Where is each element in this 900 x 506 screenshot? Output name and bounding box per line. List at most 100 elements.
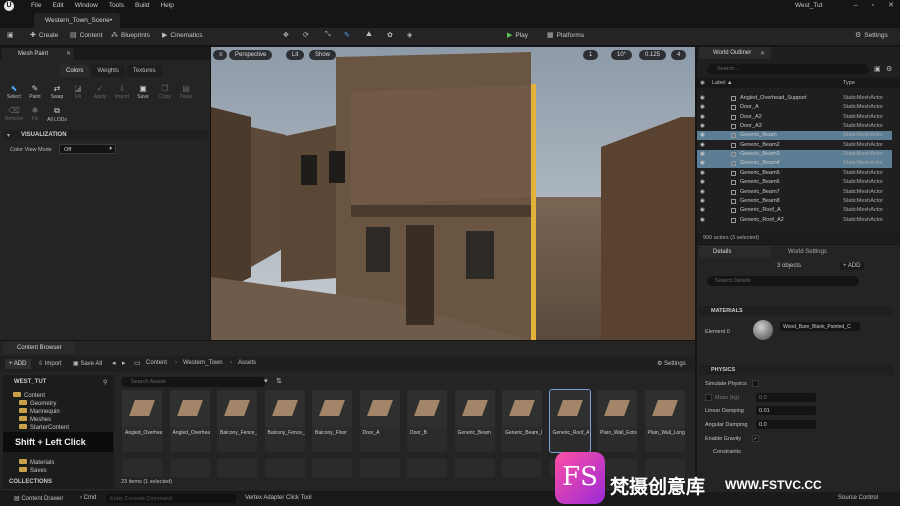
- mode-weights[interactable]: Weights: [91, 65, 125, 77]
- visibility-eye-icon[interactable]: ◉: [700, 142, 705, 148]
- outliner-row[interactable]: ◉ Generic_Beam5 StaticMeshActor: [697, 169, 892, 178]
- outliner-row[interactable]: ◉ Generic_Beam6 StaticMeshActor: [697, 178, 892, 187]
- asset-tile-partial[interactable]: [312, 459, 352, 477]
- visualization-section[interactable]: VISUALIZATION: [3, 130, 207, 140]
- outliner-row[interactable]: ◉ Generic_Beam4 StaticMeshActor: [697, 159, 892, 169]
- rotate-icon[interactable]: ⟳: [303, 31, 309, 39]
- minimize-icon[interactable]: –: [854, 2, 858, 9]
- show-button[interactable]: Show: [309, 50, 337, 60]
- asset-tile-partial[interactable]: [502, 459, 542, 477]
- back-icon[interactable]: ◂: [112, 359, 116, 367]
- outliner-row[interactable]: ◉ Door_A StaticMeshActor: [697, 103, 892, 112]
- asset-tile-partial[interactable]: [169, 459, 210, 477]
- enable-gravity-checkbox[interactable]: ✓: [752, 435, 759, 442]
- asset-search-input[interactable]: Search Assets: [121, 377, 266, 387]
- asset-tile-partial[interactable]: [407, 459, 447, 477]
- grid-snap-button[interactable]: 1: [583, 50, 599, 60]
- settings-button[interactable]: ⚙ Settings: [855, 31, 888, 40]
- outliner-row[interactable]: ◉ Generic_Beam2 StaticMeshActor: [697, 141, 892, 150]
- visibility-eye-icon[interactable]: ◉: [700, 160, 705, 166]
- asset-tile[interactable]: Balcony_Fence_Beam: [217, 390, 257, 452]
- sort-icon[interactable]: ⇅: [276, 377, 282, 385]
- visibility-eye-icon[interactable]: ◉: [700, 151, 705, 157]
- close-tab-icon[interactable]: ✕: [66, 50, 71, 57]
- color-view-dropdown[interactable]: Off ▾: [59, 144, 116, 154]
- materials-section[interactable]: MATERIALS: [699, 306, 893, 316]
- content-drawer-button[interactable]: ▤ Content Drawer: [14, 495, 63, 502]
- foliage-icon[interactable]: ✿: [387, 31, 393, 39]
- path-assets[interactable]: Assets: [238, 360, 256, 366]
- path-western-town[interactable]: Western_Town: [183, 360, 223, 366]
- visibility-eye-icon[interactable]: ◉: [700, 123, 705, 129]
- tool-paste[interactable]: ▤ Paste: [175, 84, 197, 100]
- maximize-icon[interactable]: ▫: [872, 2, 874, 9]
- tool-remove[interactable]: ⌫ Remove: [3, 106, 25, 122]
- visibility-eye-icon[interactable]: ◉: [700, 179, 705, 185]
- create-button[interactable]: ✚ Create: [30, 31, 58, 40]
- outliner-row[interactable]: ◉ Door_A3 StaticMeshActor: [697, 122, 892, 131]
- menu-build[interactable]: Build: [135, 2, 149, 9]
- tree-mannequin[interactable]: Mannequin: [19, 408, 60, 415]
- asset-tile[interactable]: Door_A: [359, 390, 400, 452]
- tool-fix[interactable]: ✱ Fix: [24, 106, 46, 122]
- asset-tile[interactable]: Generic_Beam_B: [502, 390, 542, 452]
- asset-tile[interactable]: Generic_Roof_A: [549, 390, 590, 452]
- outliner-row[interactable]: ◉ Generic_Beam8 StaticMeshActor: [697, 197, 892, 206]
- world-settings-tab[interactable]: World Settings: [774, 246, 854, 255]
- outliner-row[interactable]: ◉ Generic_Beam StaticMeshActor: [697, 131, 892, 141]
- visibility-eye-icon[interactable]: ◉: [700, 189, 705, 195]
- level-tab[interactable]: Western_Town_Scene•: [34, 13, 120, 28]
- console-input[interactable]: Enter Console Command: [106, 494, 236, 503]
- collections-header[interactable]: COLLECTIONS: [9, 479, 52, 485]
- tree-materials[interactable]: Materials: [19, 459, 54, 466]
- asset-tile[interactable]: Angled_Overhead_Support: [169, 390, 210, 452]
- asset-tile-partial[interactable]: [217, 459, 257, 477]
- angle-snap-button[interactable]: 10°: [611, 50, 633, 60]
- asset-tile-partial[interactable]: [264, 459, 305, 477]
- outliner-row[interactable]: ◉ Generic_Beam7 StaticMeshActor: [697, 188, 892, 197]
- mass-field[interactable]: 0.0: [756, 393, 816, 402]
- fracture-icon[interactable]: ◈: [407, 31, 412, 39]
- menu-window[interactable]: Window: [75, 2, 98, 9]
- collapse-arrow-icon[interactable]: ▾: [7, 132, 10, 139]
- platforms-button[interactable]: ▦ Platforms: [547, 31, 584, 40]
- asset-tile[interactable]: Generic_Beam: [454, 390, 495, 452]
- unreal-logo-icon[interactable]: U: [4, 1, 14, 11]
- asset-tile[interactable]: Angled_Overhead_Version: [122, 390, 162, 452]
- mass-override-checkbox[interactable]: [705, 394, 712, 401]
- visibility-eye-icon[interactable]: ◉: [700, 207, 705, 213]
- folder-icon[interactable]: ▭: [134, 359, 141, 367]
- outliner-row[interactable]: ◉ Generic_Roof_A StaticMeshActor: [697, 206, 892, 215]
- col-label[interactable]: Label ▲: [712, 80, 732, 86]
- mode-colors[interactable]: Colors: [60, 65, 90, 77]
- outliner-row[interactable]: ◉ Door_A2 StaticMeshActor: [697, 113, 892, 122]
- add-folder-icon[interactable]: ▣: [874, 65, 881, 73]
- asset-tile[interactable]: Door_B: [407, 390, 447, 452]
- physics-section[interactable]: PHYSICS: [699, 365, 893, 375]
- translate-icon[interactable]: ✥: [283, 31, 289, 39]
- tool-apply[interactable]: ✓ Apply: [89, 84, 111, 100]
- save-icon[interactable]: ▣: [7, 31, 14, 39]
- outliner-settings-icon[interactable]: ⚙: [886, 65, 892, 73]
- blueprints-button[interactable]: ⁂ Blueprints: [111, 31, 150, 40]
- add-asset-button[interactable]: + ADD: [5, 359, 31, 369]
- visibility-eye-icon[interactable]: ◉: [700, 114, 705, 120]
- cmd-button[interactable]: › Cmd: [80, 495, 96, 501]
- tool-save[interactable]: ▣ Save: [132, 84, 154, 100]
- cb-settings-button[interactable]: ⚙ Settings: [657, 360, 686, 367]
- angular-damping-field[interactable]: 0.0: [756, 420, 816, 429]
- details-tab[interactable]: Details: [699, 246, 771, 258]
- add-component-button[interactable]: + ADD: [840, 262, 864, 270]
- tree-root[interactable]: WEST_TUT: [14, 379, 46, 385]
- visibility-eye-icon[interactable]: ◉: [700, 217, 705, 223]
- path-content[interactable]: Content: [146, 360, 167, 366]
- outliner-row[interactable]: ◉ Angled_Overhead_Support StaticMeshActor: [697, 94, 892, 103]
- asset-tile-partial[interactable]: [122, 459, 162, 477]
- tool-copy[interactable]: ❐ Copy: [154, 84, 176, 100]
- tree-content[interactable]: Content: [13, 392, 45, 399]
- tool-import[interactable]: ⇩ Import: [111, 84, 133, 100]
- visibility-eye-icon[interactable]: ◉: [700, 198, 705, 204]
- lit-button[interactable]: Lit: [286, 50, 305, 60]
- outliner-search-input[interactable]: Search...: [707, 64, 869, 74]
- close-icon[interactable]: ✕: [888, 1, 894, 9]
